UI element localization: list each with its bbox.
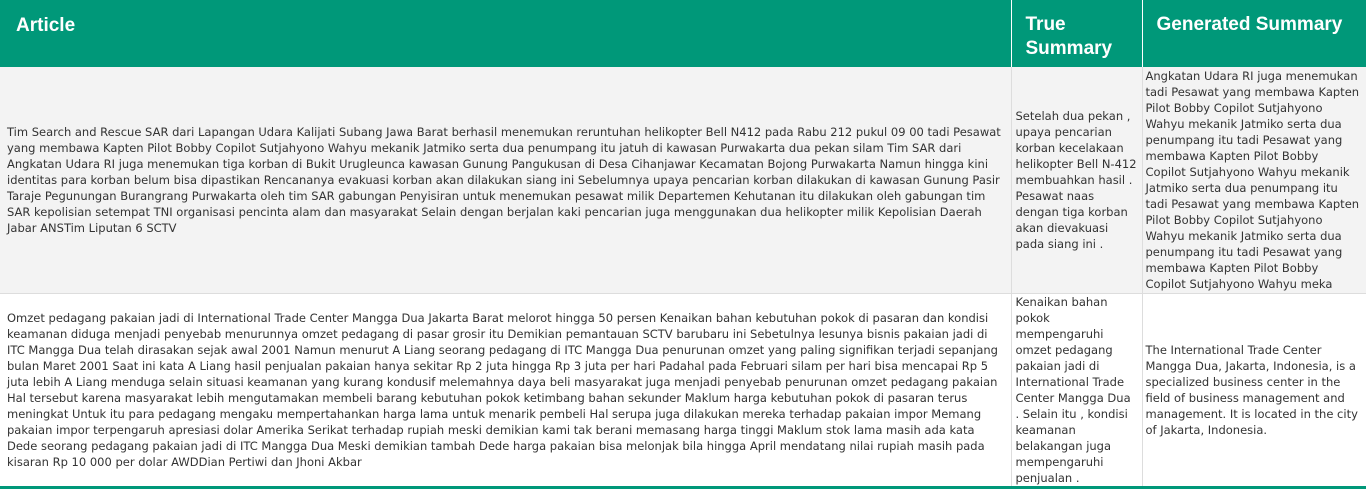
table-row: Tim Search and Rescue SAR dari Lapangan …	[0, 67, 1366, 294]
header-generated-summary: Generated Summary	[1142, 0, 1366, 67]
summary-comparison-table: Article True Summary Generated Summary T…	[0, 0, 1366, 489]
generated-summary-cell: The International Trade Center Mangga Du…	[1142, 293, 1366, 489]
header-row: Article True Summary Generated Summary	[0, 0, 1366, 67]
header-true-summary: True Summary	[1011, 0, 1143, 67]
table-row: Omzet pedagang pakaian jadi di Internati…	[0, 293, 1366, 489]
generated-summary-cell: Angkatan Udara RI juga menemukan tadi Pe…	[1142, 67, 1366, 294]
true-summary-cell: Setelah dua pekan , upaya pencarian korb…	[1011, 67, 1143, 294]
table-header: Article True Summary Generated Summary	[0, 0, 1366, 67]
article-cell: Omzet pedagang pakaian jadi di Internati…	[0, 293, 1012, 489]
article-cell: Tim Search and Rescue SAR dari Lapangan …	[0, 67, 1012, 294]
true-summary-cell: Kenaikan bahan pokok mempengaruhi omzet …	[1011, 293, 1143, 489]
header-article: Article	[0, 0, 1012, 67]
table-body: Tim Search and Rescue SAR dari Lapangan …	[0, 67, 1366, 489]
